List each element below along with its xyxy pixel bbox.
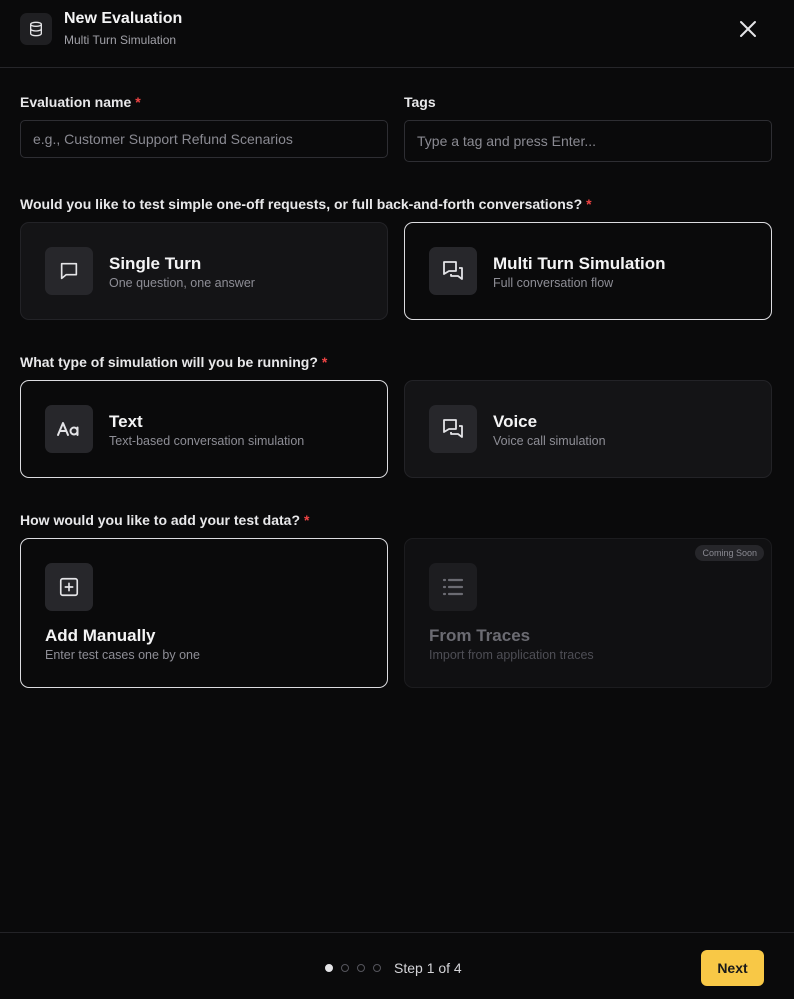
text-aa-icon: [45, 405, 93, 453]
simulation-type-question: What type of simulation will you be runn…: [20, 354, 327, 370]
option-description: Text-based conversation simulation: [109, 434, 305, 448]
option-multi-turn-simulation[interactable]: Multi Turn Simulation Full conversation …: [404, 222, 772, 320]
simulation-type-question-text: What type of simulation will you be runn…: [20, 354, 318, 370]
step-dot: [373, 964, 381, 972]
required-mark: *: [135, 94, 141, 110]
step-dot: [357, 964, 365, 972]
turn-type-question: Would you like to test simple one-off re…: [20, 196, 592, 212]
database-icon: [20, 13, 52, 45]
option-description: Import from application traces: [429, 648, 594, 662]
turn-type-question-text: Would you like to test simple one-off re…: [20, 196, 583, 212]
option-title: Multi Turn Simulation: [493, 254, 666, 273]
option-description: Enter test cases one by one: [45, 648, 200, 662]
option-title: From Traces: [429, 626, 531, 645]
option-description: One question, one answer: [109, 276, 255, 290]
coming-soon-badge: Coming Soon: [695, 545, 764, 561]
modal-footer: Step 1 of 4 Next: [0, 932, 794, 999]
conversation-icon: [429, 247, 477, 295]
required-mark: *: [586, 196, 592, 212]
modal-title: New Evaluation: [64, 10, 183, 27]
evaluation-name-input[interactable]: [20, 120, 388, 158]
step-dot: [325, 964, 333, 972]
test-data-question: How would you like to add your test data…: [20, 512, 309, 528]
step-counter: Step 1 of 4: [394, 960, 462, 976]
option-title: Single Turn: [109, 254, 202, 273]
list-icon: [429, 563, 477, 611]
close-icon: [740, 21, 756, 37]
option-from-traces: Coming Soon From Traces Import from appl…: [404, 538, 772, 688]
option-description: Voice call simulation: [493, 434, 606, 448]
option-single-turn[interactable]: Single Turn One question, one answer: [20, 222, 388, 320]
option-title: Voice: [493, 412, 538, 431]
modal-subtitle: Multi Turn Simulation: [64, 33, 177, 47]
option-title: Text: [109, 412, 143, 431]
step-indicator: [325, 964, 381, 972]
option-text[interactable]: Text Text-based conversation simulation: [20, 380, 388, 478]
evaluation-name-label: Evaluation name *: [20, 94, 141, 110]
step-dot: [341, 964, 349, 972]
option-voice[interactable]: Voice Voice call simulation: [404, 380, 772, 478]
close-button[interactable]: [734, 15, 762, 43]
test-data-question-text: How would you like to add your test data…: [20, 512, 301, 528]
plus-square-icon: [45, 563, 93, 611]
chat-bubble-icon: [45, 247, 93, 295]
required-mark: *: [321, 354, 328, 370]
next-button[interactable]: Next: [701, 950, 764, 986]
conversation-icon: [429, 405, 477, 453]
tags-input[interactable]: [404, 120, 772, 162]
required-mark: *: [304, 512, 310, 528]
modal-header: New Evaluation Multi Turn Simulation: [0, 0, 794, 68]
evaluation-name-label-text: Evaluation name: [20, 94, 132, 110]
option-title: Add Manually: [45, 626, 156, 645]
option-description: Full conversation flow: [493, 276, 614, 290]
option-add-manually[interactable]: Add Manually Enter test cases one by one: [20, 538, 388, 688]
tags-label: Tags: [404, 94, 436, 110]
